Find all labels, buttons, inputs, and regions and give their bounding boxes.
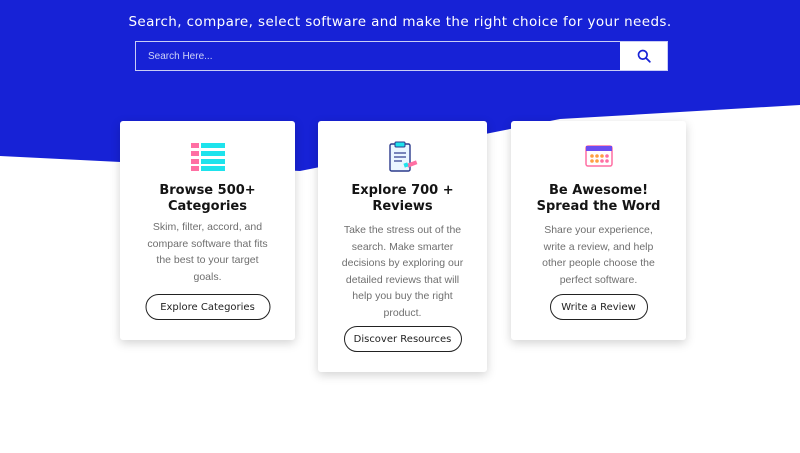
search-bar <box>135 41 668 71</box>
hero-subtitle: Search, compare, select software and mak… <box>128 14 672 30</box>
card-spread-word: Be Awesome! Spread the Word Share your ex… <box>511 121 686 340</box>
card-explore-reviews: Explore 700 + Reviews Take the stress out… <box>318 121 487 372</box>
search-button[interactable] <box>620 42 667 70</box>
search-icon <box>637 49 651 63</box>
clipboard-review-icon <box>388 141 417 172</box>
search-input[interactable] <box>136 42 620 70</box>
card-browse-categories: Browse 500+ Categories Skim, filter, acco… <box>120 121 295 340</box>
card-title: Be Awesome! Spread the Word <box>536 183 661 214</box>
discover-resources-button[interactable]: Discover Resources <box>343 326 462 352</box>
card-title: Explore 700 + Reviews <box>351 183 454 214</box>
category-grid-icon <box>190 143 225 171</box>
card-description: Skim, filter, accord, and compare softwa… <box>147 221 268 283</box>
card-title: Browse 500+ Categories <box>159 183 256 214</box>
card-description: Share your experience, write a review, a… <box>542 224 655 286</box>
explore-categories-button[interactable]: Explore Categories <box>145 294 270 320</box>
rating-board-icon <box>584 145 613 167</box>
write-review-button[interactable]: Write a Review <box>549 294 648 320</box>
card-description: Take the stress out of the search. Make … <box>341 224 464 319</box>
